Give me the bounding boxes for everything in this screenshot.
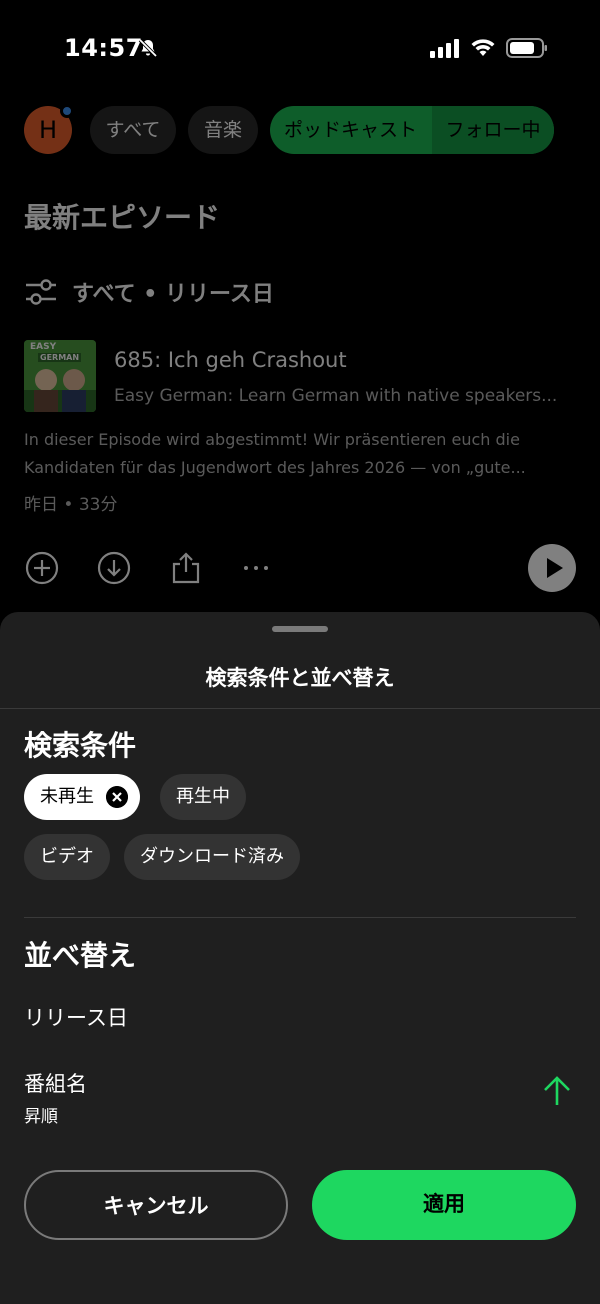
wifi-icon bbox=[471, 39, 495, 56]
chip-music[interactable]: 音楽 bbox=[188, 106, 258, 154]
sheet-drag-handle[interactable] bbox=[272, 626, 328, 632]
filter-chip-unplayed[interactable]: 未再生 bbox=[24, 774, 140, 820]
sort-option-show-name[interactable]: 番組名 bbox=[24, 1068, 87, 1098]
status-time: 14:57 bbox=[64, 34, 143, 62]
filter-chip-downloaded[interactable]: ダウンロード済み bbox=[124, 834, 300, 880]
download-icon[interactable] bbox=[96, 550, 132, 586]
status-bar: 14:57 bbox=[0, 0, 600, 96]
signal-icon bbox=[430, 39, 459, 58]
art-text-bottom: GERMAN bbox=[38, 353, 82, 362]
play-icon bbox=[547, 558, 563, 578]
filter-chip-in-progress[interactable]: 再生中 bbox=[160, 774, 246, 820]
filter-sort-sheet: 検索条件と並べ替え 検索条件 未再生 再生中 ビデオ ダウンロード済み 並べ替え… bbox=[0, 612, 600, 1304]
filters-heading: 検索条件 bbox=[24, 729, 137, 762]
chip-podcasts-label: ポッドキャスト bbox=[284, 119, 418, 141]
episode-artwork[interactable]: EASY GERMAN bbox=[24, 340, 96, 412]
episode-meta: 昨日 • 33分 bbox=[24, 495, 118, 515]
filter-chip-label: 未再生 bbox=[40, 786, 94, 807]
battery-icon bbox=[506, 38, 547, 58]
episode-show[interactable]: Easy German: Learn German with native sp… bbox=[114, 386, 564, 406]
share-icon[interactable] bbox=[168, 550, 204, 586]
arrow-up-icon[interactable] bbox=[540, 1074, 574, 1108]
episode-description-line: Kandidaten für das Jugendwort des Jahres… bbox=[24, 458, 526, 477]
sort-heading: 並べ替え bbox=[24, 939, 137, 972]
play-button[interactable] bbox=[528, 544, 576, 592]
episode-description: In dieser Episode wird abgestimmt! Wir p… bbox=[24, 426, 576, 482]
filter-sliders-icon bbox=[26, 279, 56, 305]
filter-summary-text: すべて • リリース日 bbox=[72, 282, 274, 307]
filter-chip-video[interactable]: ビデオ bbox=[24, 834, 110, 880]
episode-title[interactable]: 685: Ich geh Crashout bbox=[114, 348, 347, 372]
sheet-title: 検索条件と並べ替え bbox=[205, 666, 395, 690]
episode-actions bbox=[24, 544, 576, 592]
notification-dot bbox=[60, 104, 74, 118]
avatar-letter: H bbox=[38, 116, 58, 144]
apply-button[interactable]: 適用 bbox=[312, 1170, 576, 1240]
chip-all[interactable]: すべて bbox=[90, 106, 176, 154]
add-circle-icon[interactable] bbox=[24, 550, 60, 586]
background-home-feed: H すべて 音楽 ポッドキャスト フォロー中 最新エピソード すべて • リリー… bbox=[0, 96, 600, 616]
section-title: 最新エピソード bbox=[24, 201, 221, 234]
divider bbox=[0, 708, 600, 709]
art-text-top: EASY bbox=[30, 342, 57, 352]
cancel-button[interactable]: キャンセル bbox=[24, 1170, 288, 1240]
bell-off-icon bbox=[138, 38, 158, 58]
more-icon[interactable] bbox=[238, 550, 274, 586]
sort-option-release-date[interactable]: リリース日 bbox=[24, 1002, 128, 1032]
chip-following[interactable]: フォロー中 bbox=[432, 106, 554, 154]
close-icon[interactable] bbox=[106, 786, 128, 808]
divider bbox=[24, 917, 576, 918]
sort-option-order: 昇順 bbox=[24, 1107, 58, 1127]
episode-description-line: In dieser Episode wird abgestimmt! Wir p… bbox=[24, 430, 520, 449]
